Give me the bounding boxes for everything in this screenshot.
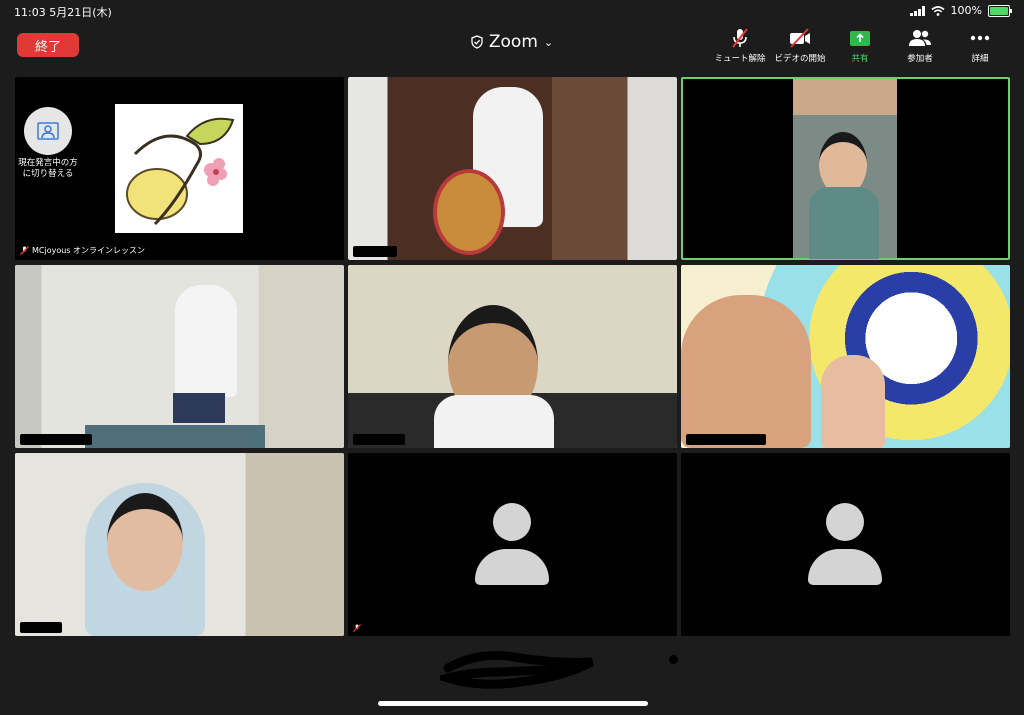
switch-view-icon [24,107,72,155]
tile-name-redacted [20,622,62,633]
mic-muted-icon [20,246,29,255]
video-tile[interactable] [681,265,1010,448]
unmute-label: ミュート解除 [714,54,766,64]
tile-name [353,624,364,632]
video-tile-active-speaker[interactable] [681,77,1010,260]
avatar-icon [493,503,531,541]
video-feed-person-body [434,395,554,448]
meeting-toolbar: 終了 Zoom ⌄ ミュート解除 ビデオの開始 共有 参加者 詳細 [0,22,1024,68]
more-icon [970,35,990,41]
video-tile[interactable] [348,265,677,448]
video-feed-object [433,169,505,255]
participants-label: 参加者 [907,54,933,64]
battery-percent: 100% [950,4,982,17]
switch-speaker-view-button[interactable]: 現在発言中の方に切り替える [15,107,81,180]
tile-name-text: MCjoyous オンラインレッスン [32,246,146,255]
video-tile[interactable] [348,77,677,260]
joyous-logo [115,104,243,233]
video-feed-person-legs [173,393,225,423]
status-indicators: 100% [909,4,1012,17]
home-indicator[interactable] [378,701,648,706]
start-video-label: ビデオの開始 [774,54,826,64]
battery-icon [988,4,1012,17]
video-feed-person [681,295,811,448]
tile-name-redacted [353,434,405,445]
avatar-body [808,549,882,585]
page-indicator-dot[interactable] [669,655,678,664]
video-feed-person-body [809,187,879,259]
video-feed-person [175,285,237,397]
participants-icon [909,30,931,46]
status-bar: 11:03 5月21日(木) 100% [0,0,1024,22]
tile-name: MCjoyous オンラインレッスン [20,245,145,256]
video-feed-floor [85,425,265,448]
participants-button[interactable]: 参加者 [890,26,950,64]
mic-muted-icon [353,624,361,632]
unmute-button[interactable]: ミュート解除 [710,26,770,64]
tile-name-redacted [353,246,397,257]
shield-icon [471,35,483,49]
tile-name-redacted [20,434,92,445]
wifi-icon [931,5,945,16]
video-tile-no-video[interactable] [681,453,1010,636]
toolbar-buttons: ミュート解除 ビデオの開始 共有 参加者 詳細 [710,26,1010,64]
video-feed-person-head [107,493,183,591]
start-video-button[interactable]: ビデオの開始 [770,26,830,64]
switch-speaker-label: 現在発言中の方に切り替える [18,158,78,179]
video-tile-no-video[interactable] [348,453,677,636]
avatar-body [475,549,549,585]
mic-muted-icon [732,28,748,48]
share-label: 共有 [851,54,869,64]
more-button[interactable]: 詳細 [950,26,1010,64]
redaction-scribble [440,651,595,689]
status-time-date: 11:03 5月21日(木) [14,6,112,19]
tile-name-redacted [686,434,766,445]
signal-icon [909,5,925,16]
video-tile[interactable] [15,453,344,636]
chevron-down-icon: ⌄ [543,35,554,49]
share-icon [850,30,870,46]
video-feed-person-2 [821,355,885,448]
video-tile-host[interactable]: 現在発言中の方に切り替える MCjoyous オンラインレッスン [15,77,344,260]
share-button[interactable]: 共有 [830,26,890,64]
video-tile[interactable] [15,265,344,448]
more-label: 詳細 [971,54,989,64]
avatar-icon [826,503,864,541]
video-off-icon [790,28,810,48]
meeting-title-text: Zoom [488,32,538,52]
